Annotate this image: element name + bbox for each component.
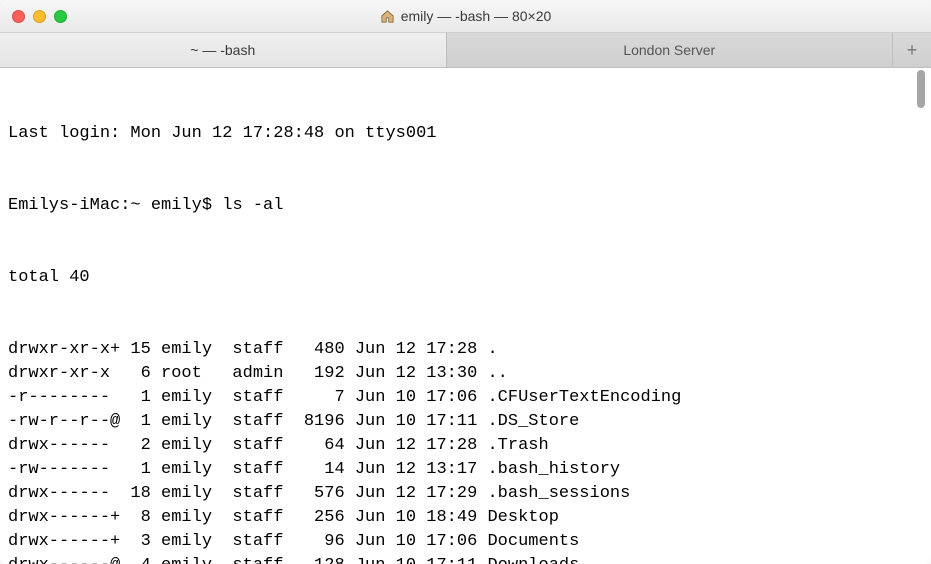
prompt: Emilys-iMac:~ emily$ bbox=[8, 196, 222, 215]
scrollbar-thumb[interactable] bbox=[917, 70, 925, 108]
list-item: drwxr-xr-x 6 root admin 192 Jun 12 13:30… bbox=[8, 362, 923, 386]
list-item: -rw------- 1 emily staff 14 Jun 12 13:17… bbox=[8, 458, 923, 482]
zoom-icon[interactable] bbox=[54, 10, 67, 23]
terminal-content[interactable]: Last login: Mon Jun 12 17:28:48 on ttys0… bbox=[0, 68, 931, 564]
terminal-window: emily — -bash — 80×20 ~ — -bash London S… bbox=[0, 0, 931, 564]
tab-label: London Server bbox=[623, 42, 715, 58]
window-title: emily — -bash — 80×20 bbox=[0, 8, 931, 24]
command: ls -al bbox=[222, 196, 283, 215]
plus-icon: + bbox=[907, 40, 918, 61]
home-icon bbox=[380, 9, 395, 24]
list-item: drwx------ 18 emily staff 576 Jun 12 17:… bbox=[8, 482, 923, 506]
tab-bar: ~ — -bash London Server + bbox=[0, 33, 931, 68]
tab-london-server[interactable]: London Server bbox=[447, 33, 894, 67]
list-item: drwxr-xr-x+ 15 emily staff 480 Jun 12 17… bbox=[8, 338, 923, 362]
list-item: drwx------ 2 emily staff 64 Jun 12 17:28… bbox=[8, 434, 923, 458]
close-icon[interactable] bbox=[12, 10, 25, 23]
tab-bash[interactable]: ~ — -bash bbox=[0, 33, 447, 67]
list-item: drwx------@ 4 emily staff 128 Jun 10 17:… bbox=[8, 554, 923, 564]
window-title-text: emily — -bash — 80×20 bbox=[401, 8, 552, 24]
window-controls bbox=[0, 10, 67, 23]
titlebar: emily — -bash — 80×20 bbox=[0, 0, 931, 33]
scrollbar[interactable] bbox=[913, 68, 929, 562]
add-tab-button[interactable]: + bbox=[893, 33, 931, 67]
list-item: drwx------+ 3 emily staff 96 Jun 10 17:0… bbox=[8, 530, 923, 554]
minimize-icon[interactable] bbox=[33, 10, 46, 23]
list-item: drwx------+ 8 emily staff 256 Jun 10 18:… bbox=[8, 506, 923, 530]
file-listing: drwxr-xr-x+ 15 emily staff 480 Jun 12 17… bbox=[8, 338, 923, 564]
list-item: -rw-r--r--@ 1 emily staff 8196 Jun 10 17… bbox=[8, 410, 923, 434]
list-item: -r-------- 1 emily staff 7 Jun 10 17:06 … bbox=[8, 386, 923, 410]
total-line: total 40 bbox=[8, 266, 923, 290]
last-login-line: Last login: Mon Jun 12 17:28:48 on ttys0… bbox=[8, 122, 923, 146]
prompt-line: Emilys-iMac:~ emily$ ls -al bbox=[8, 194, 923, 218]
tab-label: ~ — -bash bbox=[190, 42, 255, 58]
